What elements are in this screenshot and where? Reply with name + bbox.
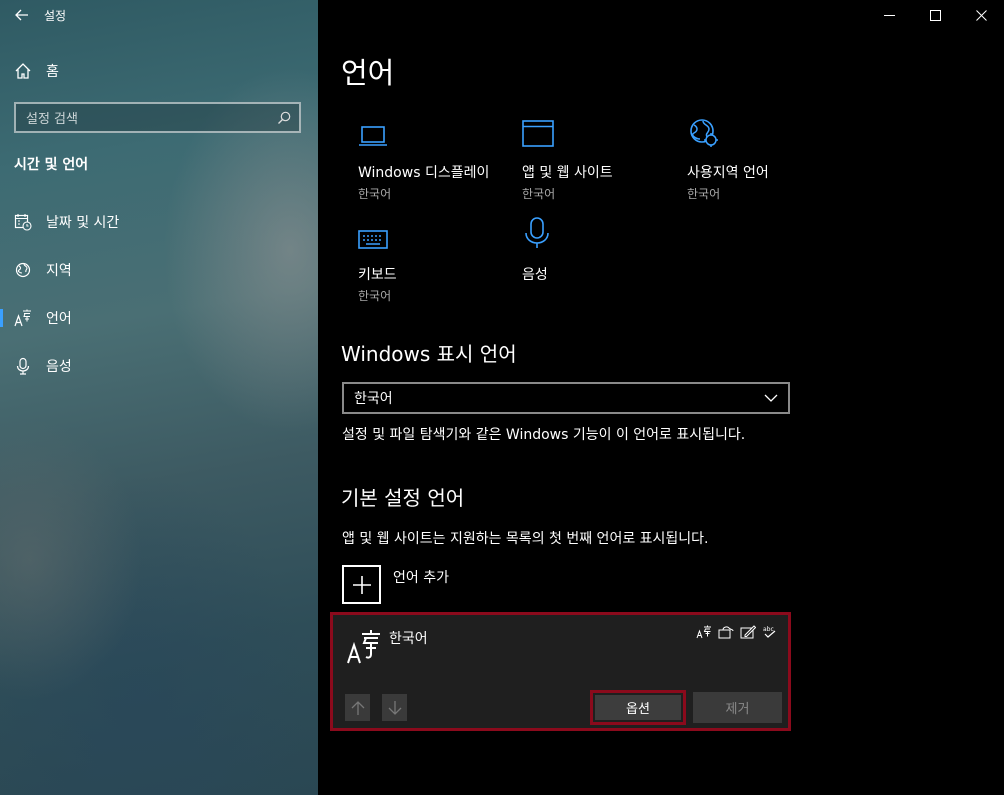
sidebar-item-home[interactable]: 홈 [0, 54, 318, 88]
tile-label: Windows 디스플레이 [358, 165, 490, 181]
move-down-button[interactable] [382, 694, 407, 721]
tile-label: 사용지역 언어 [687, 165, 769, 181]
minimize-button[interactable] [866, 0, 912, 30]
sidebar-item-label: 날짜 및 시간 [46, 215, 120, 231]
tile-sub: 한국어 [358, 187, 392, 201]
svg-text:abc: abc [763, 626, 774, 633]
main-content: 언어 Windows 디스플레이 한국어 앱 및 웹 사이트 한국어 사용지역 … [318, 0, 1004, 795]
language-list-item[interactable]: 한국어 abc 옵션 제거 [330, 612, 791, 731]
remove-button[interactable]: 제거 [693, 692, 782, 723]
app-title: 설정 [44, 8, 67, 23]
minimize-icon [883, 14, 895, 16]
tile-windows-display[interactable]: Windows 디스플레이 한국어 [358, 114, 518, 202]
sidebar-item-label: 언어 [46, 311, 72, 327]
tile-sub: 한국어 [358, 289, 392, 303]
options-label: 옵션 [595, 695, 681, 720]
globe-settings-icon [687, 114, 847, 148]
handwriting-icon [740, 625, 756, 639]
sidebar-item-language[interactable]: 언어 [0, 300, 318, 336]
tile-apps-websites[interactable]: 앱 및 웹 사이트 한국어 [522, 114, 682, 202]
add-language-button[interactable]: 언어 추가 [342, 565, 449, 604]
browser-window-icon [522, 114, 682, 148]
sidebar-item-date-time[interactable]: 날짜 및 시간 [0, 204, 318, 240]
tile-speech[interactable]: 음성 [522, 216, 682, 287]
tile-regional-format-language[interactable]: 사용지역 언어 한국어 [687, 114, 847, 202]
chevron-down-icon [764, 394, 778, 402]
page-title: 언어 [341, 56, 395, 90]
move-up-button[interactable] [345, 694, 370, 721]
sidebar-home-label: 홈 [46, 64, 59, 80]
sidebar-item-speech[interactable]: 음성 [0, 348, 318, 384]
language-glyph-icon [347, 630, 380, 664]
search-icon[interactable] [277, 111, 291, 125]
sidebar-item-label: 지역 [46, 263, 72, 279]
back-button[interactable] [0, 0, 44, 30]
display-language-value: 한국어 [354, 391, 393, 407]
calendar-clock-icon [14, 213, 32, 231]
arrow-up-icon [351, 700, 364, 715]
sidebar-item-label: 음성 [46, 359, 72, 375]
laptop-icon [358, 114, 518, 148]
maximize-button[interactable] [912, 0, 958, 30]
tile-sub: 한국어 [687, 187, 721, 201]
close-icon [975, 9, 987, 21]
tile-sub: 한국어 [522, 187, 556, 201]
sidebar: 설정 홈 설정 검색 시간 및 언어 날짜 및 시간 지역 언어 음성 [0, 0, 318, 795]
globe-region-icon [14, 261, 32, 279]
arrow-down-icon [388, 700, 401, 715]
sidebar-section-title: 시간 및 언어 [14, 157, 89, 173]
tile-label: 앱 및 웹 사이트 [522, 165, 613, 181]
preferred-languages-heading: 기본 설정 언어 [341, 486, 465, 510]
spellcheck-icon: abc [763, 626, 776, 638]
microphone-icon [522, 216, 682, 250]
display-language-description: 설정 및 파일 탐색기와 같은 Windows 기능이 이 언어로 표시됩니다. [342, 427, 746, 443]
titlebar-left: 설정 [0, 0, 66, 30]
back-arrow-icon [15, 9, 28, 21]
close-button[interactable] [958, 0, 1004, 30]
keyboard-icon [358, 216, 518, 250]
display-language-icon [696, 625, 711, 639]
options-button[interactable]: 옵션 [590, 690, 686, 725]
plus-icon [342, 565, 381, 604]
sidebar-item-region[interactable]: 지역 [0, 252, 318, 288]
tile-label: 음성 [522, 267, 548, 283]
display-language-heading: Windows 표시 언어 [341, 342, 517, 366]
language-name: 한국어 [389, 631, 428, 647]
maximize-icon [929, 9, 941, 21]
speech-icon [718, 626, 734, 639]
microphone-icon [14, 357, 32, 375]
window-controls [866, 0, 1004, 30]
search-input[interactable]: 설정 검색 [14, 102, 301, 133]
display-language-select[interactable]: 한국어 [342, 382, 790, 414]
language-icon [14, 309, 32, 327]
tile-label: 키보드 [358, 267, 397, 283]
home-icon [15, 63, 31, 79]
language-feature-icons: abc [696, 625, 778, 639]
add-language-label: 언어 추가 [393, 570, 449, 586]
search-placeholder: 설정 검색 [26, 112, 78, 127]
preferred-languages-description: 앱 및 웹 사이트는 지원하는 목록의 첫 번째 언어로 표시됩니다. [342, 531, 709, 547]
tile-keyboard[interactable]: 키보드 한국어 [358, 216, 518, 304]
